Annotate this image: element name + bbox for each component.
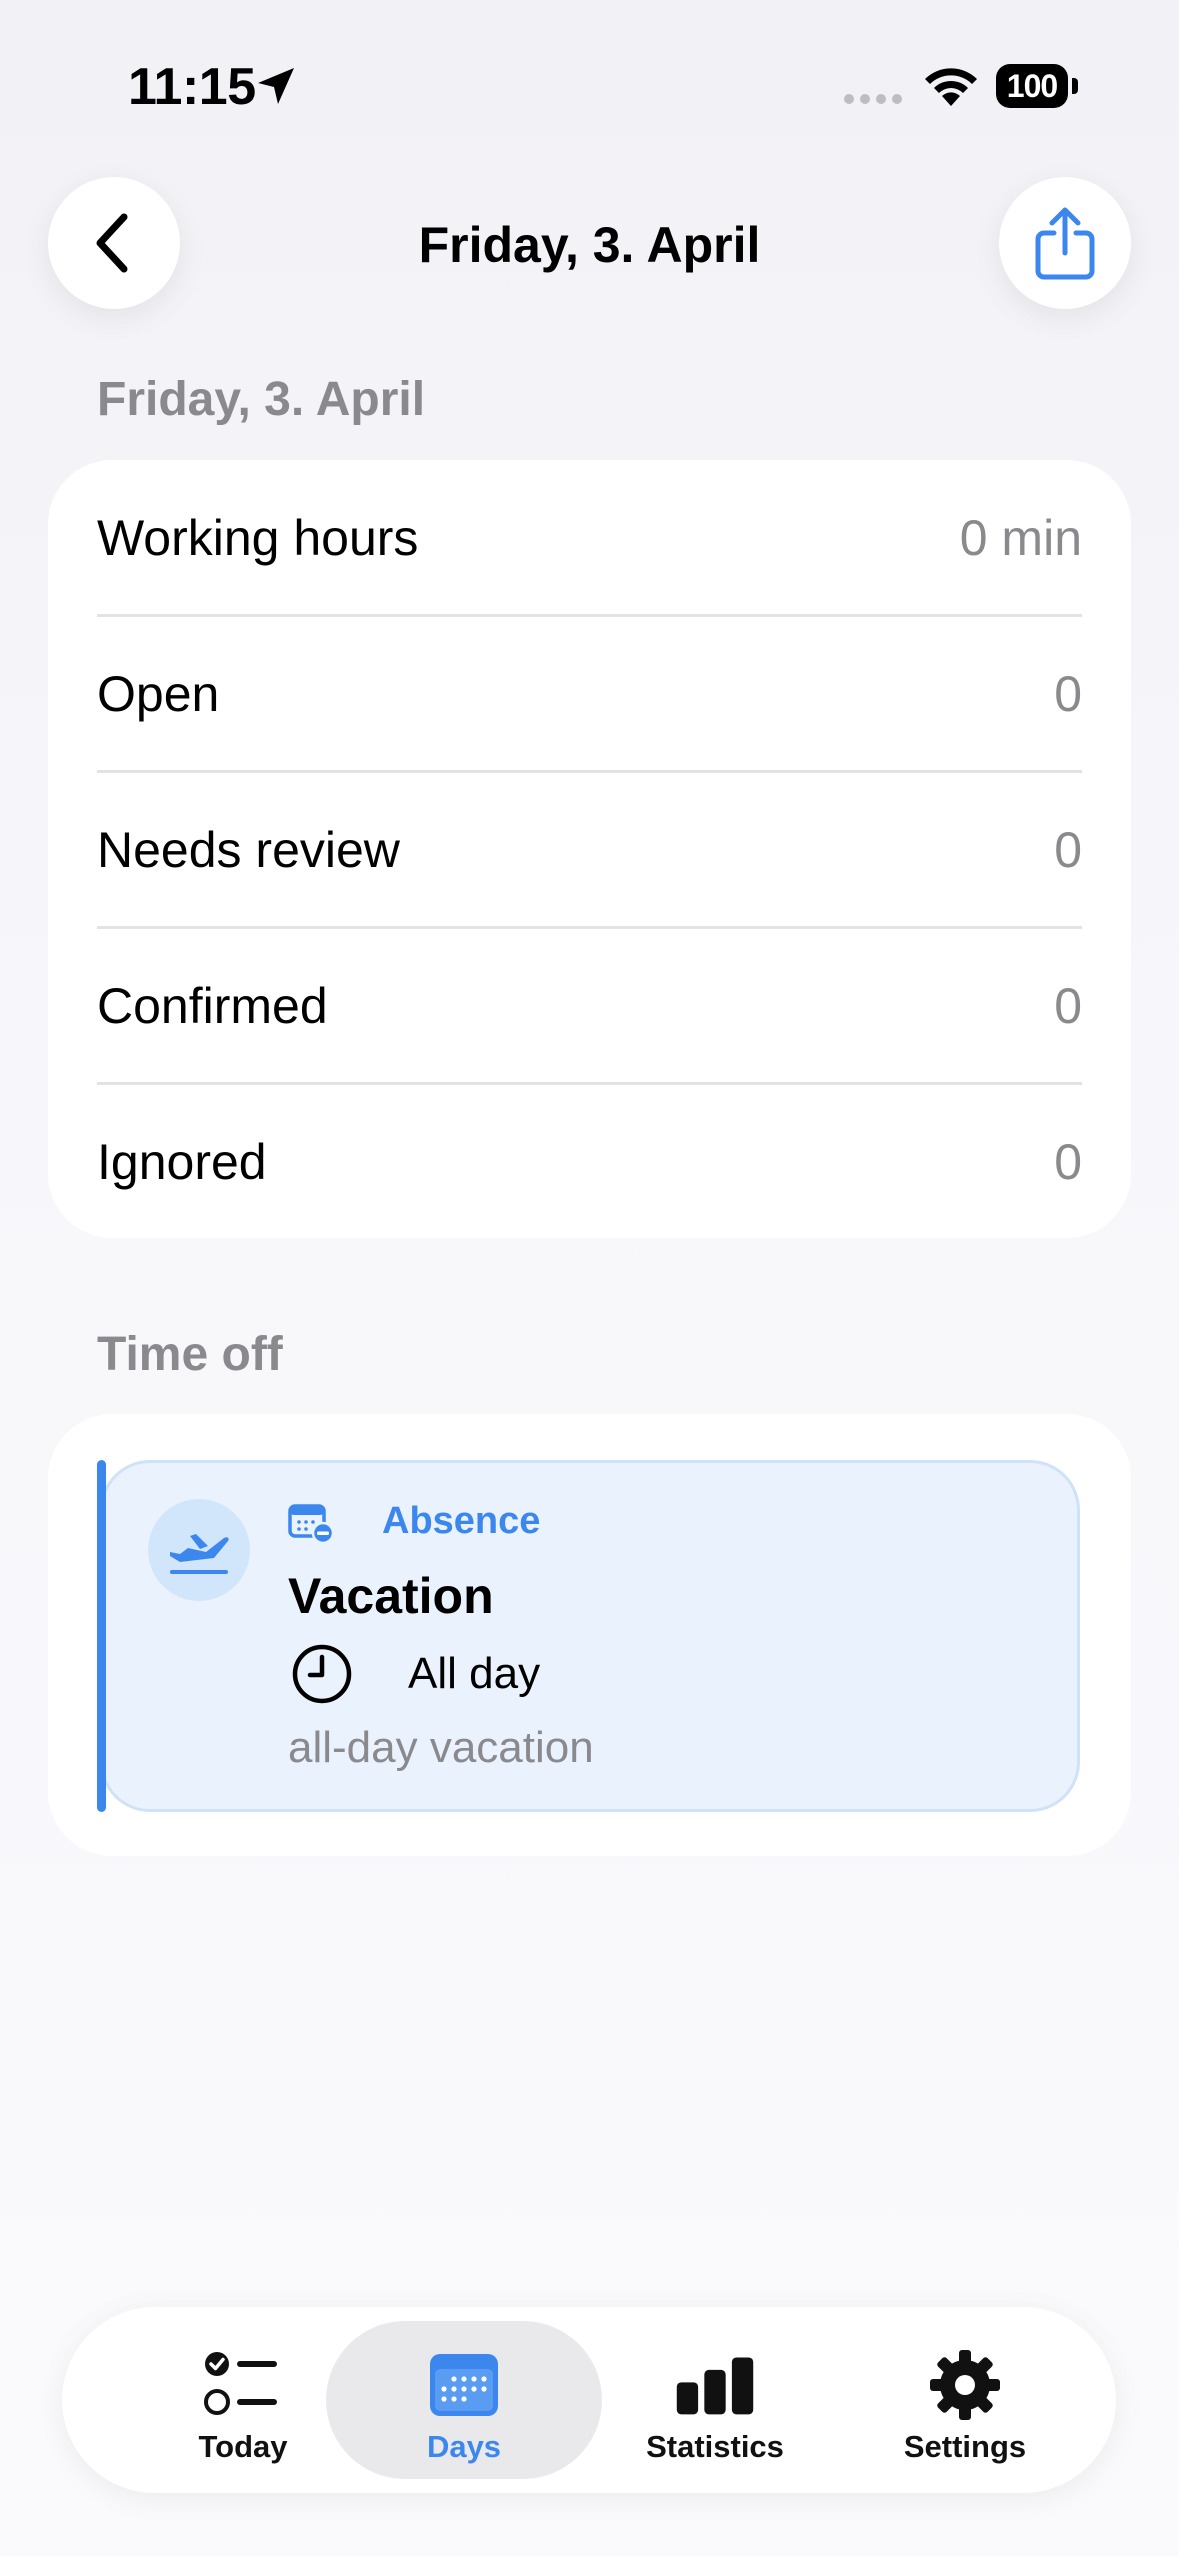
summary-row-ignored: Ignored 0 <box>97 1084 1082 1239</box>
tab-days[interactable]: Days <box>326 2321 602 2479</box>
row-label: Open <box>97 665 220 722</box>
time-off-card: Absence Vacation All day all-day vacatio… <box>48 1414 1131 1856</box>
row-value: 0 <box>1054 1133 1082 1190</box>
calendar-icon <box>430 2354 498 2416</box>
tab-label: Today <box>198 2429 288 2464</box>
row-value: 0 <box>1054 977 1082 1034</box>
cellular-signal-icon <box>844 94 902 104</box>
time-off-section-label: Time off <box>97 1328 283 1381</box>
tab-label: Days <box>426 2429 502 2464</box>
absence-accent-bar <box>97 1460 106 1812</box>
row-label: Ignored <box>97 1133 267 1190</box>
day-summary-card: Working hours 0 min Open 0 Needs review … <box>48 460 1131 1238</box>
tab-bar: Today Days Statistics Settings <box>62 2307 1116 2493</box>
summary-row-working-hours: Working hours 0 min <box>97 460 1082 615</box>
battery-cap <box>1072 78 1078 94</box>
share-button[interactable] <box>999 177 1131 309</box>
checklist-icon <box>204 2352 277 2415</box>
row-value: 0 min <box>959 509 1082 566</box>
row-value: 0 <box>1054 821 1082 878</box>
tab-label: Statistics <box>646 2429 784 2464</box>
tab-settings[interactable]: Settings <box>840 2321 1090 2479</box>
row-label: Confirmed <box>97 977 328 1034</box>
absence-duration: All day <box>408 1649 541 1698</box>
calendar-minus-icon <box>288 1504 334 1544</box>
date-section-label: Friday, 3. April <box>97 373 426 426</box>
tab-statistics[interactable]: Statistics <box>590 2321 840 2479</box>
absence-title: Vacation <box>288 1568 494 1624</box>
row-label: Working hours <box>97 509 419 566</box>
airplane-icon <box>170 1534 229 1574</box>
row-label: Needs review <box>97 821 400 878</box>
airplane-icon-badge <box>148 1499 250 1601</box>
summary-row-needs-review: Needs review 0 <box>97 772 1082 927</box>
bar-chart-icon <box>676 2357 754 2415</box>
summary-row-open: Open 0 <box>97 616 1082 771</box>
share-icon <box>1035 207 1095 280</box>
clock-icon <box>292 1644 352 1704</box>
gear-icon <box>930 2350 1000 2420</box>
absence-note: all-day vacation <box>288 1723 594 1772</box>
tab-label: Settings <box>903 2429 1027 2464</box>
absence-type-label: Absence <box>382 1500 541 1542</box>
battery-indicator: 100 <box>996 64 1078 108</box>
row-value: 0 <box>1054 665 1082 722</box>
status-time: 11:15 <box>128 58 256 116</box>
location-arrow-icon <box>258 68 294 104</box>
summary-row-confirmed: Confirmed 0 <box>97 928 1082 1083</box>
battery-level: 100 <box>996 64 1068 108</box>
wifi-icon <box>925 68 977 106</box>
